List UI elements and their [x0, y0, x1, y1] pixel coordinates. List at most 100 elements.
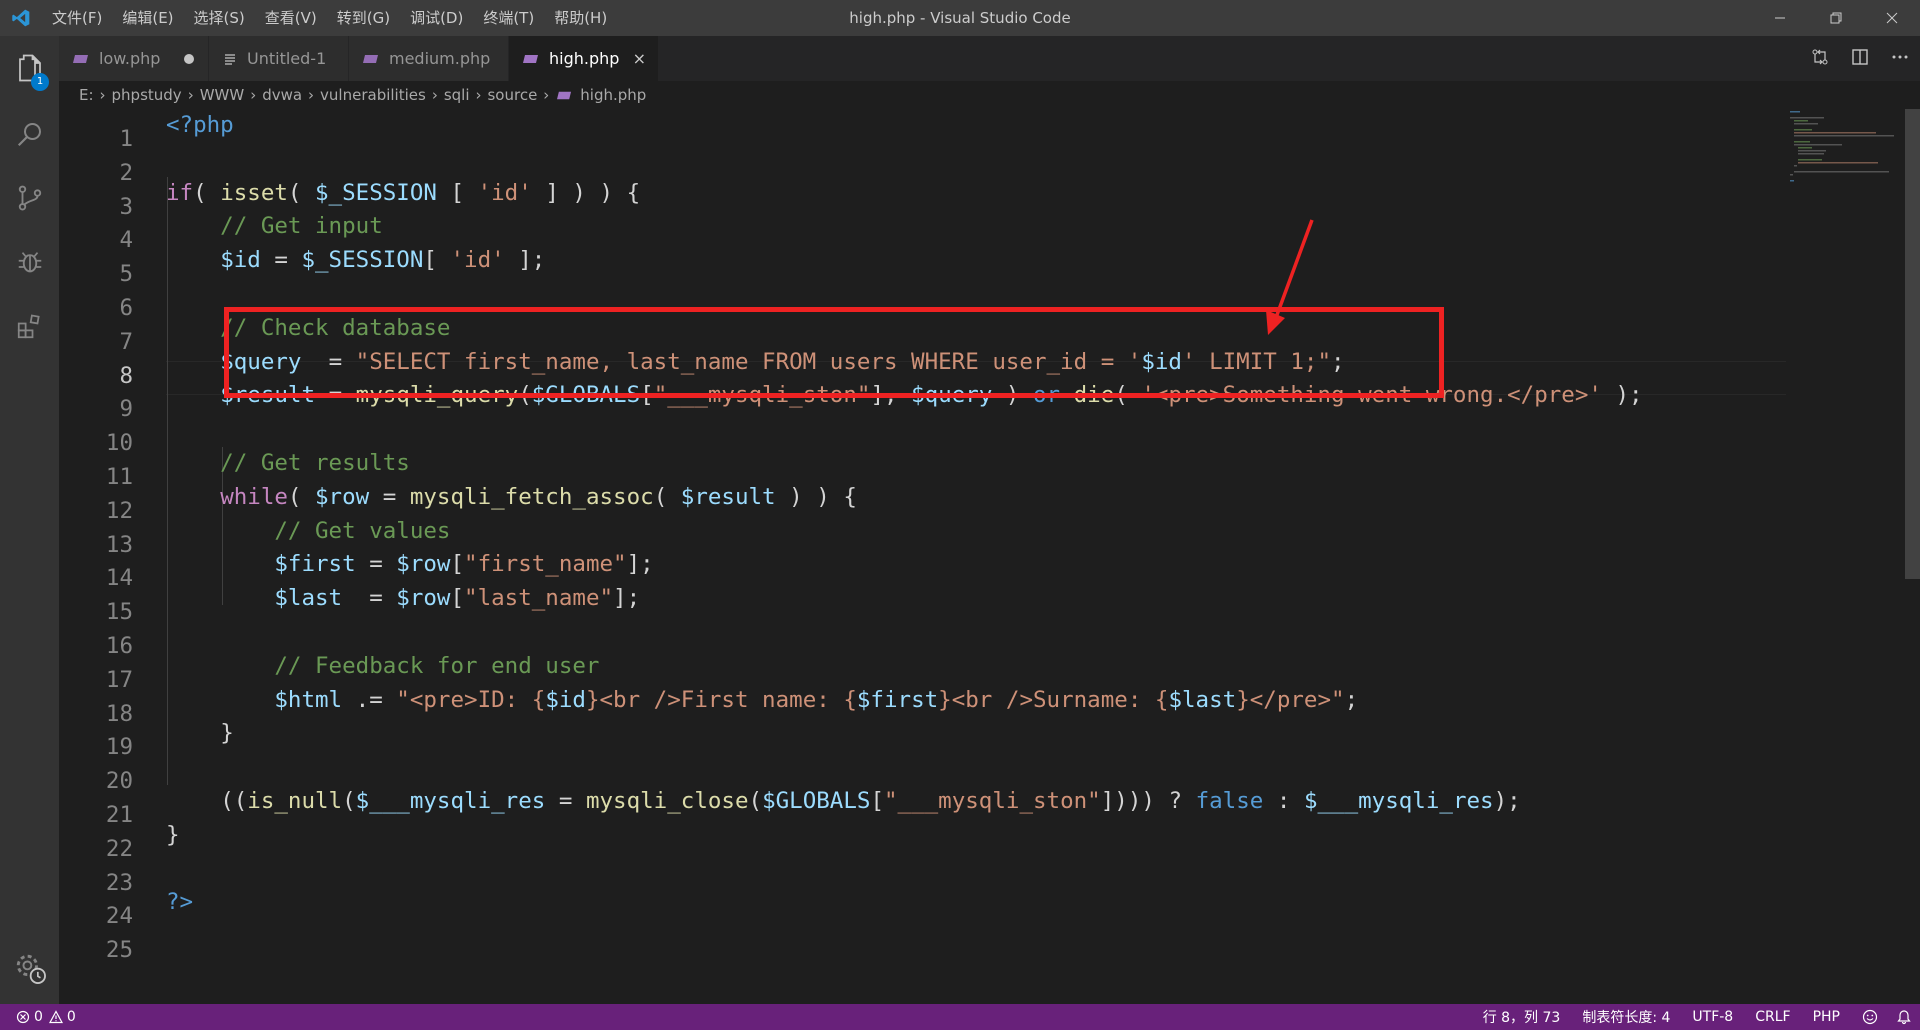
debug-button[interactable] [0, 234, 59, 294]
line-number: 25 [105, 937, 133, 964]
line-number: 1 [119, 126, 133, 152]
eol-indicator[interactable]: CRLF [1755, 1009, 1790, 1025]
encoding-indicator[interactable]: UTF-8 [1692, 1009, 1733, 1025]
code-editor[interactable]: <?php if( isset( $_SESSION [ 'id' ] ) ) {… [166, 109, 1786, 1004]
breadcrumb-item[interactable]: WWW [200, 86, 245, 104]
code-line[interactable]: <?php [166, 109, 234, 143]
line-number: 11 [105, 464, 133, 490]
line-number: 20 [105, 768, 133, 795]
menu-edit[interactable]: 编辑(E) [112, 0, 183, 36]
line-number: 14 [105, 565, 133, 592]
menu-selection[interactable]: 选择(S) [184, 0, 255, 36]
breadcrumb-item[interactable]: E: [79, 86, 94, 104]
line-number: 18 [105, 700, 133, 727]
text-file-icon [223, 52, 237, 66]
breadcrumb-item[interactable]: sqli [444, 86, 470, 104]
tab-label: low.php [99, 49, 161, 68]
code-line[interactable]: } [166, 819, 180, 853]
vertical-scrollbar[interactable] [1905, 109, 1920, 579]
menu-debug[interactable]: 调试(D) [400, 0, 473, 36]
warning-count: 0 [66, 1009, 76, 1025]
line-number: 2 [119, 159, 133, 186]
menu-view[interactable]: 查看(V) [255, 0, 327, 36]
tab-high-php[interactable]: high.php × [509, 36, 659, 81]
code-line[interactable]: } [166, 717, 234, 751]
title-bar: 文件(F) 编辑(E) 选择(S) 查看(V) 转到(G) 调试(D) 终端(T… [0, 0, 1920, 36]
breadcrumb-item[interactable]: dvwa [262, 86, 302, 104]
split-editor-icon [1851, 48, 1869, 70]
code-line[interactable]: ?> [166, 886, 193, 920]
line-number: 9 [119, 396, 133, 423]
language-mode[interactable]: PHP [1813, 1009, 1840, 1025]
line-number: 23 [105, 869, 133, 896]
code-line[interactable]: $last = $row["last_name"]; [166, 582, 640, 616]
breadcrumb-item[interactable]: vulnerabilities [320, 86, 426, 104]
tab-size-indicator[interactable]: 制表符长度: 4 [1582, 1007, 1670, 1027]
source-control-button[interactable] [0, 170, 59, 230]
search-button[interactable] [0, 106, 59, 166]
tab-label: high.php [549, 49, 620, 68]
code-line[interactable]: // Get values [166, 515, 450, 549]
close-tab-button[interactable]: × [633, 36, 646, 81]
gear-icon [13, 951, 47, 989]
status-right: 行 8，列 73 制表符长度: 4 UTF-8 CRLF PHP [1461, 1004, 1912, 1030]
restore-button[interactable] [1808, 0, 1864, 36]
menu-go[interactable]: 转到(G) [327, 0, 400, 36]
code-line[interactable]: if( isset( $_SESSION [ 'id' ] ) ) { [166, 177, 640, 211]
minimap[interactable] [1785, 109, 1905, 259]
chevron-right-icon: › [99, 86, 106, 104]
breadcrumb-item[interactable]: high.php [580, 86, 646, 104]
chevron-right-icon: › [543, 86, 550, 104]
php-icon [557, 88, 572, 103]
line-number: 17 [105, 666, 133, 693]
explorer-button[interactable]: 1 [0, 40, 59, 100]
code-line[interactable]: // Feedback for end user [166, 650, 599, 684]
chevron-right-icon: › [308, 86, 315, 104]
annotation-arrow-icon [1266, 219, 1314, 335]
split-editor-button[interactable] [1840, 36, 1880, 81]
menu-file[interactable]: 文件(F) [42, 0, 112, 36]
notifications-bell-icon[interactable] [1896, 1009, 1912, 1025]
breadcrumb: E: › phpstudy › WWW › dvwa › vulnerabilities… [59, 81, 1920, 109]
line-number: 7 [119, 328, 133, 355]
chevron-right-icon: › [250, 86, 257, 104]
code-line[interactable]: // Get input [166, 210, 383, 244]
code-line[interactable]: $html .= "<pre>ID: {$id}<br />First name… [166, 684, 1358, 718]
line-number: 15 [105, 599, 133, 626]
tab-medium-php[interactable]: medium.php [349, 36, 509, 81]
manage-button[interactable] [0, 940, 59, 1000]
extensions-button[interactable] [0, 298, 59, 358]
menu-terminal[interactable]: 终端(T) [473, 0, 544, 36]
error-count: 0 [34, 1009, 43, 1025]
problems-indicator[interactable]: 0 0 [16, 1004, 76, 1030]
warning-icon [48, 1010, 63, 1024]
line-number: 13 [105, 531, 133, 558]
bug-icon [15, 247, 45, 281]
cursor-position[interactable]: 行 8，列 73 [1483, 1007, 1561, 1027]
breadcrumb-item[interactable]: phpstudy [112, 86, 182, 104]
breadcrumb-item[interactable]: source [487, 86, 537, 104]
compare-icon [1811, 48, 1829, 70]
code-line[interactable]: while( $row = mysqli_fetch_assoc( $resul… [166, 481, 857, 515]
code-line[interactable]: ((is_null($___mysqli_res = mysqli_close(… [166, 785, 1521, 819]
menu-help[interactable]: 帮助(H) [544, 0, 617, 36]
search-icon [15, 119, 45, 153]
code-line[interactable]: $id = $_SESSION[ 'id' ]; [166, 244, 545, 278]
tab-untitled-1[interactable]: Untitled-1 [209, 36, 349, 81]
code-line[interactable]: // Get results [166, 447, 410, 481]
more-actions-button[interactable] [1880, 36, 1920, 81]
unsaved-dot-icon[interactable] [184, 54, 194, 64]
line-number: 5 [119, 261, 133, 288]
tab-label: medium.php [389, 49, 491, 68]
compare-changes-button[interactable] [1800, 36, 1840, 81]
line-number: 6 [119, 295, 133, 321]
ellipsis-icon [1891, 48, 1909, 70]
chevron-right-icon: › [475, 86, 482, 104]
code-line[interactable]: $first = $row["first_name"]; [166, 548, 653, 582]
line-number: 3 [119, 193, 133, 220]
php-icon [363, 51, 379, 67]
tab-low-php[interactable]: low.php [59, 36, 209, 81]
close-window-button[interactable] [1864, 0, 1920, 36]
feedback-smiley-icon[interactable] [1862, 1009, 1878, 1025]
minimize-button[interactable] [1752, 0, 1808, 36]
